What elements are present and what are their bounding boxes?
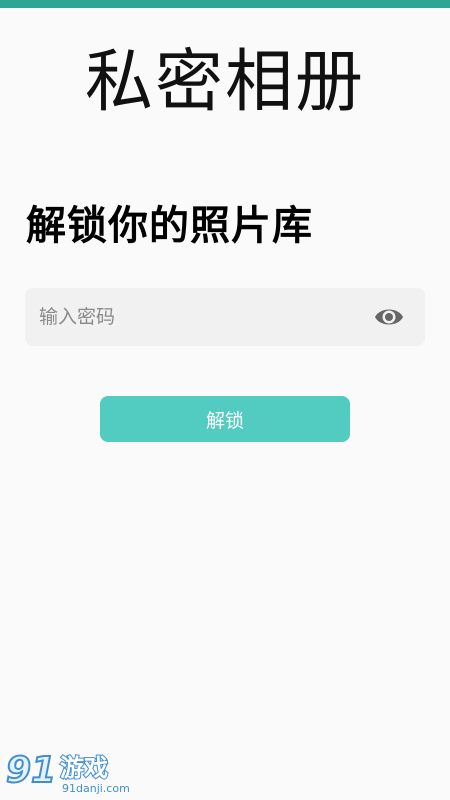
unlock-button[interactable]: 解锁 xyxy=(100,396,350,442)
unlock-subtitle: 解锁你的照片库 xyxy=(26,203,313,249)
app-title: 私密相册 xyxy=(84,43,365,122)
watermark-logo: 91 游戏 91danji.com xyxy=(5,749,130,795)
svg-text:91danji.com: 91danji.com xyxy=(62,782,130,795)
svg-text:游戏: 游戏 xyxy=(60,754,108,782)
svg-text:91: 91 xyxy=(6,750,56,791)
eye-icon[interactable] xyxy=(373,304,405,330)
password-field-container xyxy=(25,288,425,346)
password-input[interactable] xyxy=(39,288,359,346)
status-strip xyxy=(0,0,450,8)
unlock-screen: 私密相册 解锁你的照片库 解锁 91 游戏 91danji.com xyxy=(0,0,450,800)
